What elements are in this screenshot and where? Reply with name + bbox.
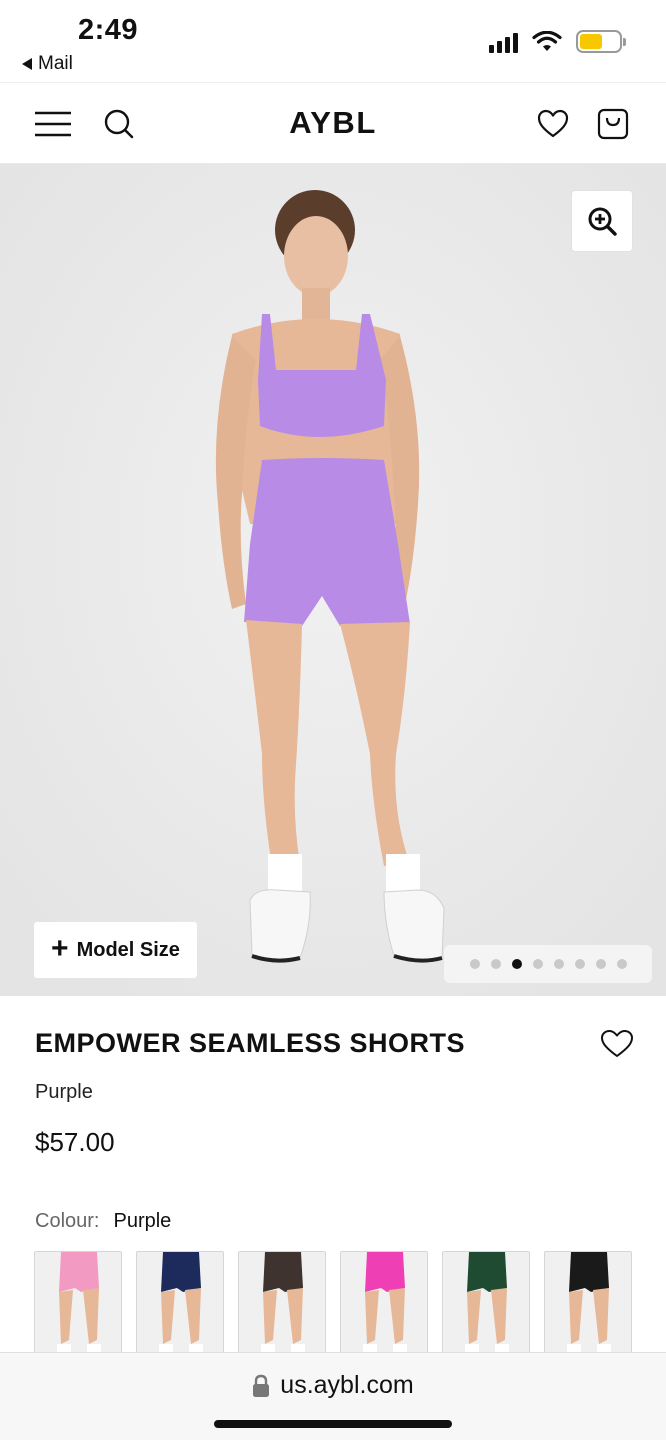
zoom-button[interactable]	[571, 190, 633, 252]
plus-icon: +	[51, 932, 69, 965]
product-title: EMPOWER SEAMLESS SHORTS	[35, 1028, 466, 1058]
colour-label: Colour:	[35, 1210, 100, 1232]
carousel-dot[interactable]	[616, 959, 627, 969]
heart-icon	[601, 1030, 633, 1057]
carousel-dot[interactable]	[595, 959, 606, 969]
bag-icon	[597, 108, 629, 140]
model-size-button[interactable]: + Model Size	[34, 922, 197, 978]
model-size-label: Model Size	[76, 938, 180, 961]
status-time: 2:49	[78, 14, 139, 46]
colour-value: Purple	[113, 1210, 172, 1232]
url-text: us.aybl.com	[280, 1371, 414, 1399]
carousel-dot[interactable]	[490, 959, 501, 969]
product-colour-name: Purple	[35, 1081, 93, 1103]
colour-selector-label: Colour: Purple	[35, 1210, 171, 1233]
carousel-dot[interactable]	[469, 959, 480, 969]
swatch-brown[interactable]	[238, 1251, 326, 1361]
swatch-magenta[interactable]	[340, 1251, 428, 1361]
cart-button[interactable]	[594, 83, 632, 165]
status-icons	[489, 30, 626, 53]
colour-swatches	[34, 1251, 632, 1361]
carousel-pagination	[444, 945, 652, 983]
wishlist-button[interactable]	[534, 83, 572, 165]
home-indicator[interactable]	[214, 1420, 452, 1428]
status-bar: 2:49 Mail	[0, 0, 666, 82]
swatch-pink[interactable]	[34, 1251, 122, 1361]
product-price: $57.00	[35, 1127, 115, 1157]
cellular-signal-icon	[489, 31, 518, 53]
site-header: AYBL	[0, 82, 666, 164]
add-to-wishlist-button[interactable]	[598, 1026, 636, 1062]
back-to-mail[interactable]: Mail	[22, 53, 73, 75]
browser-address-bar[interactable]: us.aybl.com	[0, 1352, 666, 1440]
swatch-green[interactable]	[442, 1251, 530, 1361]
url-display[interactable]: us.aybl.com	[0, 1371, 666, 1400]
product-photo	[0, 164, 666, 996]
wifi-icon	[532, 30, 562, 51]
heart-icon	[537, 109, 569, 138]
product-image-carousel[interactable]: + Model Size	[0, 164, 666, 996]
carousel-dot-active[interactable]	[511, 959, 522, 969]
swatch-black[interactable]	[544, 1251, 632, 1361]
back-label: Mail	[38, 53, 73, 74]
swatch-navy[interactable]	[136, 1251, 224, 1361]
carousel-dot[interactable]	[532, 959, 543, 969]
carousel-dot[interactable]	[553, 959, 564, 969]
lock-icon	[253, 1374, 270, 1397]
back-arrow-icon	[22, 58, 32, 70]
zoom-in-icon	[588, 207, 617, 236]
carousel-dot[interactable]	[574, 959, 585, 969]
battery-icon	[576, 30, 626, 53]
